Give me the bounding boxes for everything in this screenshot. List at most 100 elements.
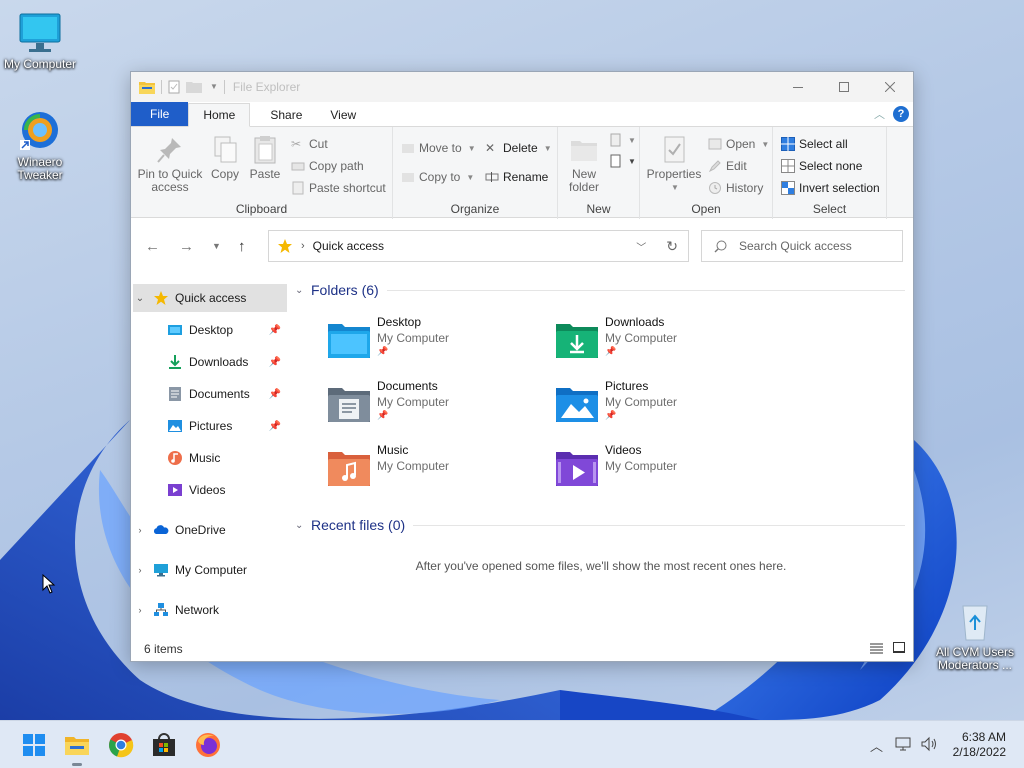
pin-icon: 📌	[268, 420, 281, 432]
tab-home[interactable]: Home	[188, 103, 251, 127]
desktop-icon-recycle-bin[interactable]: All CVM Users Moderators ...	[935, 600, 1015, 672]
collapse-ribbon-icon[interactable]: ︿	[874, 106, 885, 122]
system-clock[interactable]: 6:38 AM 2/18/2022	[953, 730, 1006, 760]
close-button[interactable]	[867, 72, 913, 102]
invert-selection-button[interactable]: Invert selection	[781, 181, 880, 195]
details-view-icon[interactable]	[870, 642, 883, 657]
expand-icon[interactable]: ›	[133, 565, 147, 575]
select-all-button[interactable]: Select all	[781, 137, 848, 151]
minimize-button[interactable]	[775, 72, 821, 102]
tab-share[interactable]: Share	[250, 104, 316, 126]
select-none-icon	[781, 159, 795, 173]
paste-shortcut-icon	[291, 181, 305, 195]
desktop-icon-my-computer[interactable]: My Computer	[0, 12, 80, 71]
nav-item-onedrive[interactable]: › OneDrive	[133, 516, 287, 544]
invert-selection-icon	[781, 181, 795, 195]
forward-button[interactable]: →	[179, 238, 194, 255]
copy-button[interactable]: Copy	[207, 135, 243, 181]
volume-icon[interactable]	[920, 736, 938, 752]
nav-item-quick-access[interactable]: ⌄ Quick access	[133, 284, 287, 312]
nav-item-documents[interactable]: Documents 📌	[133, 380, 287, 408]
folder-tile-pictures[interactable]: Pictures My Computer 📌	[555, 378, 775, 436]
properties-icon	[660, 135, 688, 165]
recent-files-section-header[interactable]: ⌄ Recent files (0)	[295, 517, 905, 533]
tab-view[interactable]: View	[316, 104, 370, 126]
new-folder-icon	[570, 135, 598, 165]
customize-toolbar-icon[interactable]: ▼	[210, 82, 218, 91]
large-icons-view-icon[interactable]	[893, 641, 905, 657]
refresh-icon[interactable]: ↻	[666, 238, 678, 255]
maximize-button[interactable]	[821, 72, 867, 102]
chrome-icon[interactable]	[107, 731, 135, 759]
winaero-tweaker-icon	[18, 110, 62, 154]
nav-item-my-computer[interactable]: › My Computer	[133, 556, 287, 584]
recent-locations-button[interactable]: ▼	[212, 241, 221, 251]
cut-button[interactable]: ✂ Cut	[291, 137, 328, 151]
folders-section-header[interactable]: ⌄ Folders (6)	[295, 282, 905, 298]
edit-button[interactable]: Edit	[708, 159, 747, 173]
picture-icon	[168, 420, 182, 432]
desktop-icon-label: My Computer	[3, 57, 77, 71]
nav-item-pictures[interactable]: Pictures 📌	[133, 412, 287, 440]
toolbar-separator	[161, 79, 162, 94]
address-path[interactable]: Quick access	[313, 239, 384, 253]
delete-button[interactable]: ✕ Delete ▼	[485, 141, 552, 155]
folder-tile-desktop[interactable]: Desktop My Computer 📌	[327, 314, 547, 372]
mouse-cursor-icon	[42, 574, 56, 594]
properties-button[interactable]: Properties ▼	[644, 135, 704, 194]
show-hidden-icons-icon[interactable]: ︿	[870, 736, 883, 755]
folder-tile-music[interactable]: Music My Computer	[327, 442, 547, 500]
music-folder-icon	[328, 452, 370, 486]
paste-button[interactable]: Paste	[247, 135, 283, 181]
collapse-icon[interactable]: ⌄	[295, 285, 311, 296]
start-icon[interactable]	[20, 731, 48, 759]
folder-tile-documents[interactable]: Documents My Computer 📌	[327, 378, 547, 436]
nav-item-desktop[interactable]: Desktop 📌	[133, 316, 287, 344]
monitor-icon	[18, 12, 62, 56]
paste-shortcut-button[interactable]: Paste shortcut	[291, 181, 386, 195]
collapse-icon[interactable]: ⌄	[133, 293, 147, 304]
folder-tile-videos[interactable]: Videos My Computer	[555, 442, 775, 500]
history-button[interactable]: History	[708, 181, 763, 195]
select-all-icon	[781, 137, 795, 151]
nav-item-music[interactable]: Music	[133, 444, 287, 472]
network-status-icon[interactable]	[895, 736, 913, 752]
rename-button[interactable]: Rename	[485, 170, 548, 184]
expand-icon[interactable]: ›	[133, 525, 147, 535]
folder-tile-downloads[interactable]: Downloads My Computer 📌	[555, 314, 775, 372]
properties-icon[interactable]	[168, 80, 180, 94]
search-box[interactable]: Search Quick access	[701, 230, 903, 262]
firefox-icon[interactable]	[194, 731, 222, 759]
back-button[interactable]: ←	[145, 238, 160, 255]
easy-access-button[interactable]: ▼	[608, 154, 636, 168]
nav-item-downloads[interactable]: Downloads 📌	[133, 348, 287, 376]
copy-to-button[interactable]: Copy to ▼	[401, 170, 474, 184]
pin-icon: 📌	[605, 410, 617, 420]
help-icon[interactable]: ?	[893, 106, 909, 122]
history-icon	[708, 181, 722, 195]
organize-group: Move to ▼ Copy to ▼ ✕ Delete ▼ Rename Organi…	[393, 127, 558, 219]
pin-to-quick-access-button[interactable]: Pin to Quick access	[135, 135, 205, 194]
nav-item-network[interactable]: › Network	[133, 596, 287, 624]
desktop-icon-winaero-tweaker[interactable]: Winaero Tweaker	[0, 110, 80, 182]
file-explorer-icon[interactable]	[63, 731, 91, 759]
search-input[interactable]: Search Quick access	[739, 239, 852, 253]
up-button[interactable]: ↑	[238, 238, 246, 255]
pin-icon: 📌	[268, 324, 281, 336]
nav-item-videos[interactable]: Videos	[133, 476, 287, 504]
move-to-button[interactable]: Move to ▼	[401, 141, 476, 155]
expand-icon[interactable]: ›	[133, 605, 147, 615]
tab-file[interactable]: File	[131, 102, 189, 126]
collapse-icon[interactable]: ⌄	[295, 520, 311, 531]
select-none-button[interactable]: Select none	[781, 159, 862, 173]
open-button[interactable]: Open ▼	[708, 137, 769, 151]
address-dropdown-icon[interactable]: ﹀	[636, 239, 646, 254]
address-bar[interactable]: › Quick access ﹀ ↻	[268, 230, 689, 262]
downloads-folder-icon	[556, 324, 598, 358]
new-item-button[interactable]: ▼	[608, 133, 636, 147]
new-folder-button[interactable]: New folder	[562, 135, 606, 194]
new-folder-icon[interactable]	[186, 81, 202, 93]
copy-path-button[interactable]: Copy path	[291, 159, 364, 173]
edit-icon	[708, 159, 722, 173]
store-icon[interactable]	[150, 731, 178, 759]
